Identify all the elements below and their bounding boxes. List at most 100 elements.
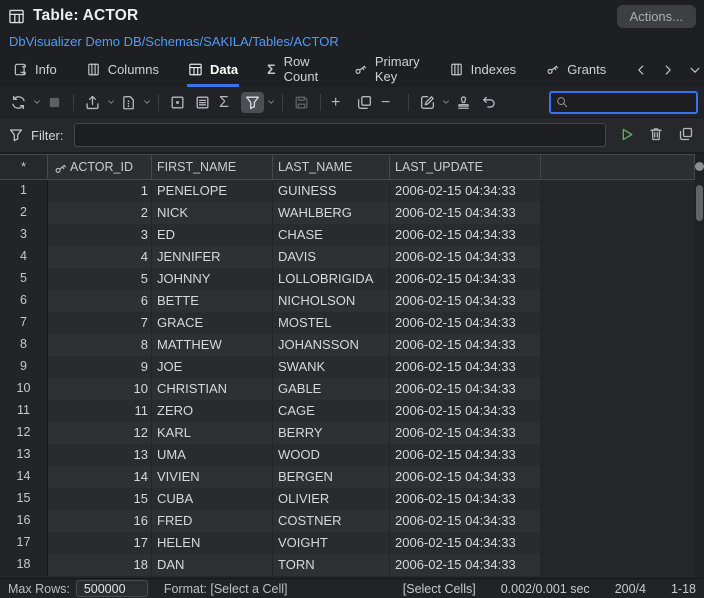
column-header-last_name[interactable]: LAST_NAME [273,155,390,179]
column-header-empty[interactable] [541,155,695,179]
cell-last_update[interactable]: 2006-02-15 04:34:33 [390,466,541,488]
cell-first_name[interactable]: ED [152,224,273,246]
cell-last_update[interactable]: 2006-02-15 04:34:33 [390,290,541,312]
cell-actor_id[interactable]: 8 [48,334,152,356]
cell-last_update[interactable]: 2006-02-15 04:34:33 [390,180,541,202]
aggregate-sigma-button[interactable]: Σ [216,92,239,113]
chevron-down-icon[interactable] [266,97,276,107]
cell-actor_id[interactable]: 11 [48,400,152,422]
row-header-column[interactable]: * [0,155,48,179]
cell-last_update[interactable]: 2006-02-15 04:34:33 [390,488,541,510]
cell-actor_id[interactable]: 3 [48,224,152,246]
row-number-cell[interactable]: 1 [0,180,48,202]
cell-last_name[interactable]: CAGE [273,400,390,422]
cell-actor_id[interactable]: 7 [48,312,152,334]
cell-actor_id[interactable]: 1 [48,180,152,202]
chevron-down-icon[interactable] [688,63,702,77]
cell-actor_id[interactable]: 16 [48,510,152,532]
cell-last_update[interactable]: 2006-02-15 04:34:33 [390,312,541,334]
cell-last_name[interactable]: GABLE [273,378,390,400]
cell-last_name[interactable]: CHASE [273,224,390,246]
cell-last_name[interactable]: BERGEN [273,466,390,488]
stamp-button[interactable] [452,92,475,113]
cell-first_name[interactable]: KARL [152,422,273,444]
cell-viewer-button[interactable] [166,92,189,113]
filter-button[interactable] [241,92,264,113]
cell-last_name[interactable]: GUINESS [273,180,390,202]
column-header-actor_id[interactable]: ACTOR_ID [48,155,152,179]
cell-actor_id[interactable]: 4 [48,246,152,268]
cell-actor_id[interactable]: 2 [48,202,152,224]
duplicate-row-button[interactable] [353,92,376,113]
cell-last_update[interactable]: 2006-02-15 04:34:33 [390,510,541,532]
cell-first_name[interactable]: FRED [152,510,273,532]
tab-info[interactable]: Info [12,52,58,87]
cell-last_update[interactable]: 2006-02-15 04:34:33 [390,532,541,554]
column-header-last_update[interactable]: LAST_UPDATE [390,155,541,179]
cell-last_name[interactable]: WAHLBERG [273,202,390,224]
apply-filter-play-icon[interactable] [618,126,636,144]
clear-filter-trash-icon[interactable] [648,126,666,144]
cell-actor_id[interactable]: 14 [48,466,152,488]
export-grid-button[interactable] [81,92,104,113]
row-number-cell[interactable]: 12 [0,422,48,444]
cell-last_update[interactable]: 2006-02-15 04:34:33 [390,334,541,356]
undo-button[interactable] [477,92,500,113]
cell-last_name[interactable]: NICHOLSON [273,290,390,312]
cell-actor_id[interactable]: 13 [48,444,152,466]
row-number-cell[interactable]: 16 [0,510,48,532]
row-number-cell[interactable]: 13 [0,444,48,466]
cell-last_name[interactable]: TORN [273,554,390,576]
row-number-cell[interactable]: 14 [0,466,48,488]
cell-last_name[interactable]: WOOD [273,444,390,466]
tab-primary-key[interactable]: Primary Key [352,52,421,87]
cell-first_name[interactable]: UMA [152,444,273,466]
cell-last_update[interactable]: 2006-02-15 04:34:33 [390,246,541,268]
chevron-down-icon[interactable] [32,97,42,107]
cell-last_update[interactable]: 2006-02-15 04:34:33 [390,422,541,444]
row-number-cell[interactable]: 8 [0,334,48,356]
cell-first_name[interactable]: CHRISTIAN [152,378,273,400]
cell-first_name[interactable]: JENNIFER [152,246,273,268]
refresh-button[interactable] [7,92,30,113]
cell-actor_id[interactable]: 9 [48,356,152,378]
cell-last_update[interactable]: 2006-02-15 04:34:33 [390,356,541,378]
cell-last_update[interactable]: 2006-02-15 04:34:33 [390,202,541,224]
chevron-left-icon[interactable] [634,63,648,77]
row-number-cell[interactable]: 18 [0,554,48,576]
row-number-cell[interactable]: 15 [0,488,48,510]
cell-last_update[interactable]: 2006-02-15 04:34:33 [390,444,541,466]
column-header-first_name[interactable]: FIRST_NAME [152,155,273,179]
chevron-down-icon[interactable] [106,97,116,107]
row-number-cell[interactable]: 4 [0,246,48,268]
row-number-cell[interactable]: 7 [0,312,48,334]
cell-last_update[interactable]: 2006-02-15 04:34:33 [390,268,541,290]
cell-actor_id[interactable]: 5 [48,268,152,290]
script-document-button[interactable] [117,92,140,113]
chevron-down-icon[interactable] [142,97,152,107]
breadcrumb-link[interactable]: DbVisualizer Demo DB/Schemas/SAKILA/Tabl… [9,34,339,49]
cell-actor_id[interactable]: 6 [48,290,152,312]
copy-filter-icon[interactable] [678,126,696,144]
cell-actor_id[interactable]: 15 [48,488,152,510]
tab-indexes[interactable]: Indexes [448,52,518,87]
search-input[interactable] [572,95,692,109]
column-selector-dot-button[interactable] [695,162,704,171]
tab-grants[interactable]: Grants [544,52,607,87]
cell-first_name[interactable]: BETTE [152,290,273,312]
scrollbar-thumb[interactable] [696,185,703,221]
cell-last_name[interactable]: JOHANSSON [273,334,390,356]
cell-last_name[interactable]: SWANK [273,356,390,378]
max-rows-input[interactable] [76,580,148,597]
cell-first_name[interactable]: JOE [152,356,273,378]
chevron-down-icon[interactable] [441,97,451,107]
filter-input[interactable] [74,123,607,147]
cell-last_name[interactable]: LOLLOBRIGIDA [273,268,390,290]
cell-last_update[interactable]: 2006-02-15 04:34:33 [390,224,541,246]
cell-last_name[interactable]: DAVIS [273,246,390,268]
form-viewer-button[interactable] [191,92,214,113]
cell-last_name[interactable]: MOSTEL [273,312,390,334]
edit-cell-button[interactable] [416,92,439,113]
insert-row-button[interactable]: + [328,92,351,113]
cell-last_name[interactable]: BERRY [273,422,390,444]
